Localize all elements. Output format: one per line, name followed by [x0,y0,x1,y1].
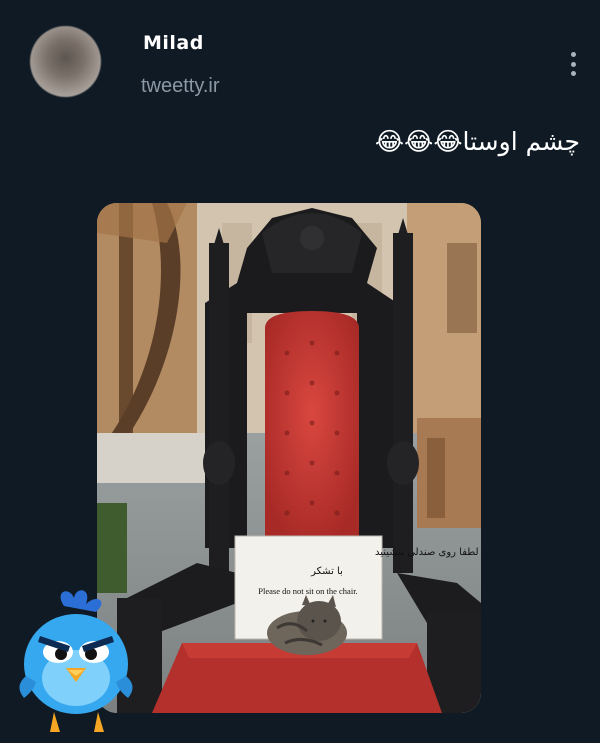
avatar[interactable] [30,26,101,97]
dot [570,52,576,57]
sign-text-fa-1: لطفا روی صندلی ننشینید [375,547,479,558]
more-options-icon[interactable] [566,52,580,76]
tweet-photo[interactable]: لطفا روی صندلی ننشینید با تشکر Please do… [97,203,481,713]
sign-text-en: Please do not sit on the chair. [258,586,357,596]
angry-bird-mascot-icon [14,586,142,738]
dot [570,71,576,76]
author-handle[interactable]: tweetty.ir [141,75,220,98]
dot [570,61,576,67]
sign-text-fa-2: با تشکر [310,566,343,577]
tweet-text: چشم اوستا😂😂😂 [374,127,580,156]
author-name[interactable]: Milad [143,32,204,54]
